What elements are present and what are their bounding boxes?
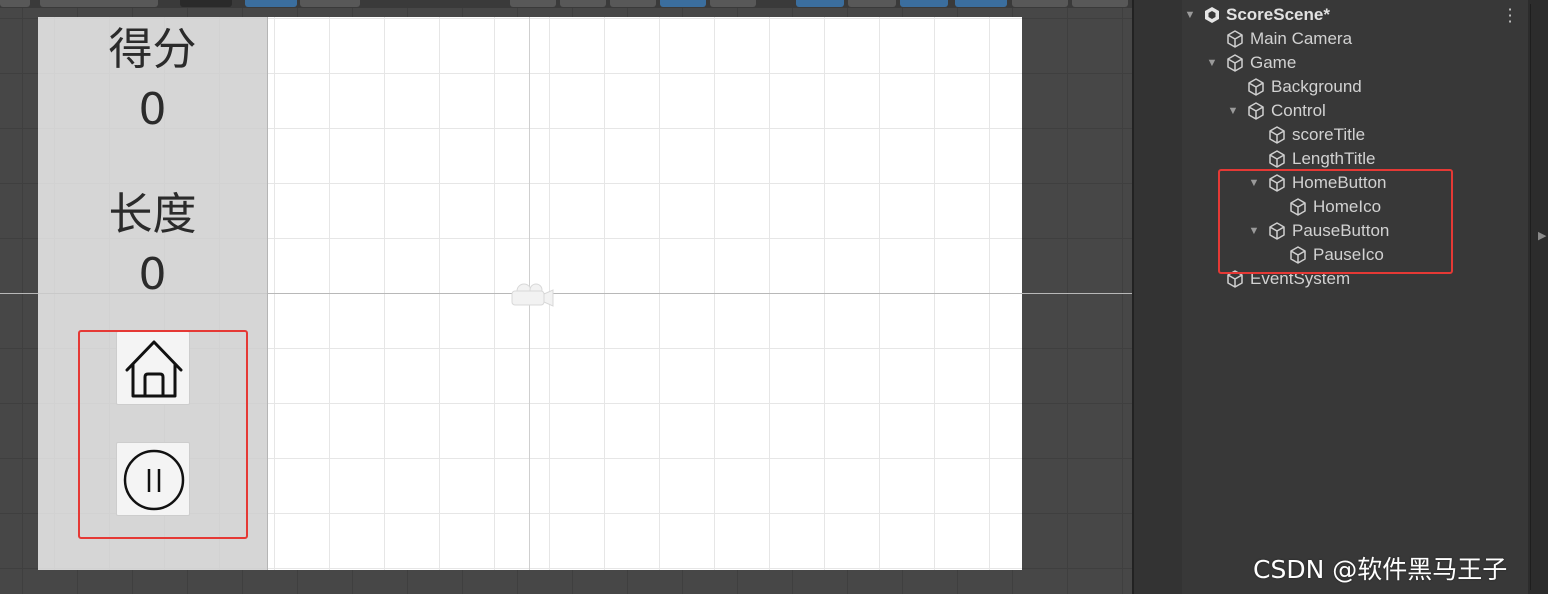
hierarchy-gutter [1134, 0, 1182, 594]
hierarchy-item-label: scoreTitle [1292, 125, 1366, 144]
gameobject-cube-icon [1248, 78, 1264, 96]
toolbar-button[interactable] [1012, 0, 1068, 7]
toolbar-button[interactable] [245, 0, 297, 7]
hierarchy-item-label: Main Camera [1250, 29, 1353, 48]
gameobject-cube-icon [1227, 54, 1243, 72]
score-value: 0 [138, 84, 167, 135]
highlight-box-buttons [78, 330, 248, 539]
scene-name: ScoreScene* [1226, 5, 1330, 24]
hierarchy-item-main-camera[interactable]: Main Camera [1225, 27, 1352, 51]
toolbar-button[interactable] [710, 0, 756, 7]
hierarchy-scrollbar[interactable] [1528, 0, 1548, 594]
kebab-menu-icon[interactable]: · · · [1505, 2, 1515, 30]
toolbar-button[interactable] [796, 0, 844, 7]
hierarchy-item-scoretitle[interactable]: scoreTitle [1267, 123, 1365, 147]
toolbar-button[interactable] [610, 0, 656, 7]
gameobject-cube-icon [1227, 30, 1243, 48]
toolbar-button[interactable] [1072, 0, 1128, 7]
gameobject-cube-icon [1248, 102, 1264, 120]
toolbar-button[interactable] [180, 0, 232, 7]
expand-arrow-icon[interactable]: ▼ [1226, 105, 1240, 117]
chevron-right-icon[interactable]: ▶ [1538, 229, 1546, 242]
highlight-box-hierarchy [1218, 169, 1453, 274]
gameobject-cube-icon [1269, 126, 1285, 144]
score-title: 得分 [108, 24, 197, 75]
unity-scene-icon [1205, 7, 1219, 23]
toolbar-button[interactable] [510, 0, 556, 7]
expand-arrow-icon[interactable]: ▼ [1183, 9, 1197, 21]
scene-toolbar [0, 0, 1132, 8]
toolbar-button[interactable] [0, 0, 30, 7]
toolbar-button[interactable] [40, 0, 158, 7]
length-value: 0 [138, 249, 167, 300]
toolbar-button[interactable] [660, 0, 706, 7]
scrollbar-track [1530, 4, 1531, 590]
toolbar-button[interactable] [955, 0, 1007, 7]
hierarchy-item-label: LengthTitle [1292, 149, 1376, 168]
watermark: CSDN @软件黑马王子 [1253, 555, 1508, 584]
toolbar-button[interactable] [560, 0, 606, 7]
toolbar-button[interactable] [300, 0, 360, 7]
gameobject-cube-icon [1269, 150, 1285, 168]
hierarchy-item-game[interactable]: ▼ Game [1205, 51, 1297, 75]
expand-arrow-icon[interactable]: ▼ [1205, 57, 1219, 69]
toolbar-button[interactable] [900, 0, 948, 7]
hierarchy-item-label: Background [1271, 77, 1362, 96]
hierarchy-item-lengthtitle[interactable]: LengthTitle [1267, 147, 1375, 171]
hierarchy-item-background[interactable]: Background [1246, 75, 1362, 99]
length-title: 长度 [108, 189, 197, 240]
hierarchy-scene-root[interactable]: ▼ ScoreScene* [1183, 3, 1330, 27]
hierarchy-item-label: Control [1271, 101, 1326, 120]
camera-gizmo-icon[interactable] [505, 276, 557, 314]
scene-view[interactable]: 得分 0 长度 0 [0, 0, 1132, 594]
hierarchy-item-label: Game [1250, 53, 1297, 72]
toolbar-button[interactable] [848, 0, 896, 7]
hierarchy-item-control[interactable]: ▼ Control [1226, 99, 1326, 123]
